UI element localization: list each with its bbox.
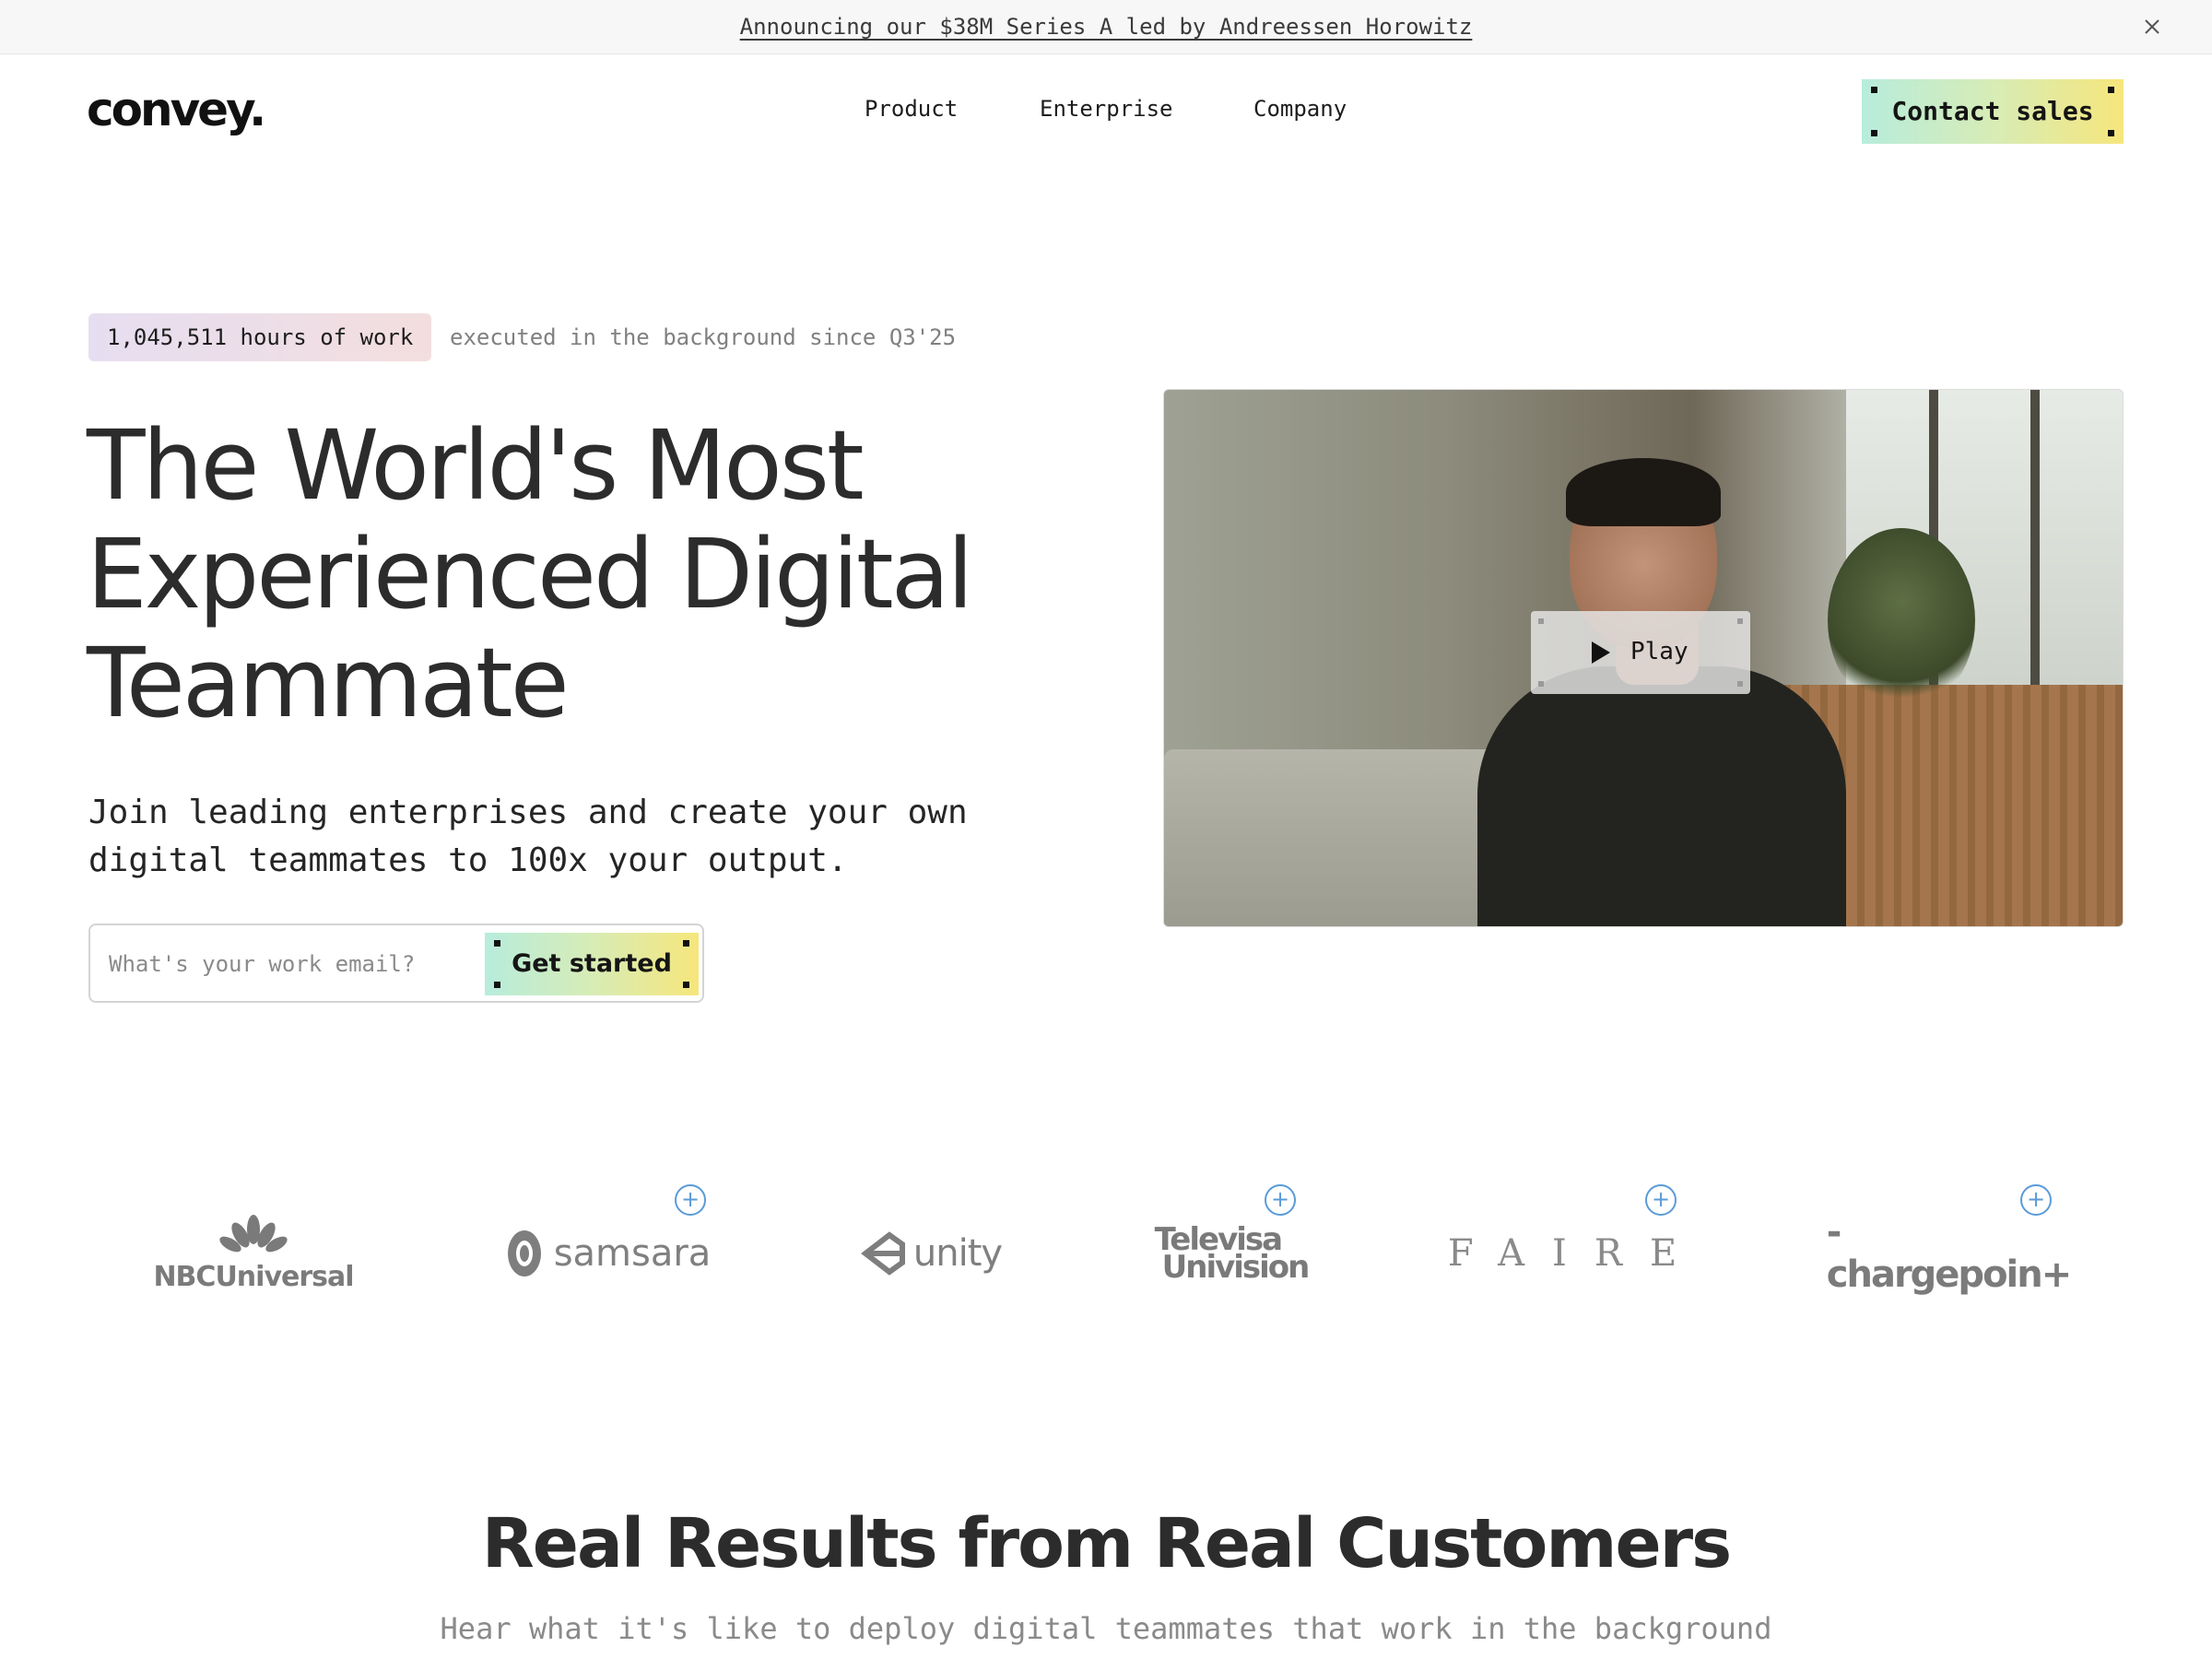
hero-title-line: Teammate (87, 627, 570, 739)
nav-item-product[interactable]: Product (865, 96, 958, 122)
corner-mark (1871, 130, 1877, 136)
faire-wordmark: FAIRE (1447, 1232, 1705, 1275)
logo-samsara: samsara (498, 1207, 719, 1300)
corner-mark (1538, 618, 1544, 624)
hero-video[interactable]: Play (1163, 389, 2124, 927)
corner-mark (1538, 681, 1544, 687)
announcement-bar: Announcing our $38M Series A led by Andr… (0, 0, 2212, 54)
hero-title-line: Experienced Digital (87, 518, 973, 630)
corner-mark (494, 940, 500, 947)
announcement-link[interactable]: Announcing our $38M Series A led by Andr… (0, 14, 2212, 40)
brand-logo[interactable]: convey. (87, 83, 266, 136)
corner-mark (2108, 130, 2114, 136)
logo-faire: FAIRE (1447, 1207, 1705, 1300)
chargepoint-wordmark: -chargepoin+ (1826, 1211, 2072, 1296)
samsara-icon (507, 1230, 541, 1277)
univision-wordmark: Univision (1161, 1249, 1311, 1286)
corner-mark (494, 982, 500, 988)
samsara-wordmark: samsara (553, 1232, 712, 1275)
nav-item-enterprise[interactable]: Enterprise (1040, 96, 1173, 122)
window-frame (2030, 390, 2040, 694)
corner-mark (1871, 87, 1877, 93)
logo-televisa-univision: Televisa Univision (1148, 1207, 1314, 1300)
nbcuniversal-wordmark: NBCUniversal (153, 1260, 354, 1293)
hero-title-line: The World's Most (87, 409, 865, 522)
peacock-icon (219, 1214, 288, 1252)
logo-chargepoint: -chargepoin+ (1826, 1207, 2072, 1300)
logo-nbcuniversal: NBCUniversal (147, 1207, 359, 1300)
logo-unity: unity (857, 1207, 1005, 1300)
corner-mark (2108, 87, 2114, 93)
nav-item-company[interactable]: Company (1253, 96, 1347, 122)
hero-subtitle: Join leading enterprises and create your… (88, 794, 968, 879)
hours-stat-caption: executed in the background since Q3'25 (450, 324, 957, 350)
contact-sales-button[interactable]: Contact sales (1862, 79, 2124, 144)
video-person-hair (1566, 458, 1721, 526)
work-email-input[interactable] (109, 944, 459, 984)
play-label: Play (1630, 638, 1688, 665)
video-person-body (1477, 666, 1846, 926)
hero-title: The World's Most Experienced Digital Tea… (87, 411, 1156, 737)
play-icon (1592, 641, 1610, 664)
corner-mark (683, 982, 689, 988)
get-started-button[interactable]: Get started (485, 933, 699, 995)
get-started-label: Get started (512, 949, 672, 978)
close-icon[interactable] (2140, 15, 2164, 39)
play-button[interactable]: Play (1531, 611, 1750, 694)
unity-icon (860, 1231, 905, 1276)
hours-stat-badge: 1,045,511 hours of work (88, 313, 432, 361)
video-background-plant (1828, 528, 1975, 712)
corner-mark (683, 940, 689, 947)
results-subtitle: Hear what it's like to deploy digital te… (440, 1611, 1772, 1646)
email-signup-form: Get started (88, 924, 704, 1003)
corner-mark (1737, 681, 1743, 687)
results-title: Real Results from Real Customers (481, 1504, 1732, 1583)
contact-sales-label: Contact sales (1891, 96, 2094, 126)
corner-mark (1737, 618, 1743, 624)
unity-wordmark: unity (912, 1232, 1003, 1275)
